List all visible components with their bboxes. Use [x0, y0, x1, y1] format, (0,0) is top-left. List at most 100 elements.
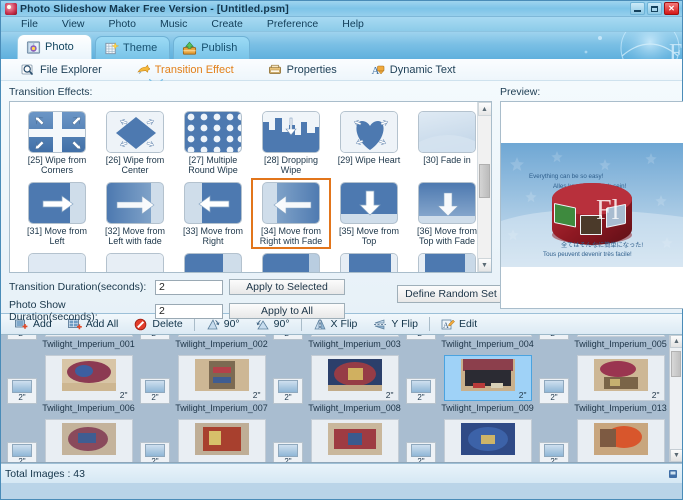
- effect-cell-row3-e[interactable]: [330, 250, 408, 273]
- list-item[interactable]: [307, 419, 402, 463]
- photo-frame[interactable]: 2": [178, 335, 266, 337]
- menu-item-view[interactable]: View: [50, 17, 97, 32]
- filmstrip-scroll-down-icon[interactable]: ▼: [670, 449, 682, 462]
- photo-frame[interactable]: 2": [577, 355, 665, 401]
- transition-chip[interactable]: 2": [402, 369, 440, 413]
- photo-frame[interactable]: 2": [45, 355, 133, 401]
- transition-chip[interactable]: 2": [402, 335, 440, 349]
- effect-cell-29[interactable]: [29] Wipe Heart: [330, 108, 408, 177]
- transition-chip[interactable]: 2": [269, 335, 307, 349]
- effect-cell-31[interactable]: [31] Move from Left: [18, 179, 96, 248]
- effect-cell-33[interactable]: [33] Move from Right: [174, 179, 252, 248]
- preview-box[interactable]: Everything can be so easy! Alles kann so…: [500, 101, 683, 309]
- photo-frame[interactable]: 2": [444, 335, 532, 337]
- scroll-down-icon[interactable]: ▼: [478, 258, 492, 272]
- effect-cell-27[interactable]: [27] Multiple Round Wipe: [174, 108, 252, 177]
- list-item[interactable]: 2" Twilight_Imperium_009: [440, 355, 535, 413]
- photo-duration: 2": [386, 390, 394, 400]
- list-item[interactable]: [41, 419, 136, 463]
- filmstrip-scroll-thumb[interactable]: [671, 351, 681, 377]
- subtab-dynamic-text[interactable]: A Dynamic Text: [367, 63, 470, 77]
- effect-cell-26[interactable]: [26] Wipe from Center: [96, 108, 174, 177]
- close-icon[interactable]: ✕: [664, 2, 679, 15]
- list-item[interactable]: 2" Twilight_Imperium_005: [573, 335, 668, 349]
- effect-cell-row3-b[interactable]: [96, 250, 174, 273]
- list-item[interactable]: 2" Twilight_Imperium_003: [307, 335, 402, 349]
- menu-item-music[interactable]: Music: [148, 17, 199, 32]
- dropping-wipe-icon: [262, 111, 320, 153]
- resize-grip-icon[interactable]: [668, 469, 678, 479]
- transition-chip[interactable]: 2": [535, 369, 573, 413]
- effect-cell-35[interactable]: [35] Move from Top: [330, 179, 408, 248]
- subtab-transition-effect[interactable]: Transition Effect: [132, 63, 248, 77]
- photo-frame[interactable]: 2": [45, 335, 133, 337]
- subtab-properties[interactable]: Properties: [264, 63, 351, 77]
- transition-chip[interactable]: 2": [3, 433, 41, 463]
- effect-cell-28[interactable]: [28] Dropping Wipe: [252, 108, 330, 177]
- photo-frame[interactable]: 2": [577, 335, 665, 337]
- menu-item-help[interactable]: Help: [330, 17, 376, 32]
- effect-cell-row3-f[interactable]: [408, 250, 486, 273]
- photo-frame[interactable]: [178, 419, 266, 463]
- photo-frame[interactable]: [444, 419, 532, 463]
- filmstrip-scrollbar[interactable]: ▲ ▼: [669, 335, 682, 462]
- apply-to-all-button[interactable]: Apply to All: [229, 303, 345, 319]
- tab-photo[interactable]: Photo: [17, 34, 92, 59]
- effect-cell-row3-c[interactable]: [174, 250, 252, 273]
- transition-chip[interactable]: 2": [402, 433, 440, 463]
- menu-item-photo[interactable]: Photo: [97, 17, 148, 32]
- transition-chip[interactable]: 2": [3, 335, 41, 349]
- maximize-button[interactable]: [647, 2, 662, 15]
- photo-frame[interactable]: 2": [178, 355, 266, 401]
- tab-publish[interactable]: Publish: [173, 36, 250, 59]
- effect-cell-30[interactable]: [30] Fade in: [408, 108, 486, 177]
- effect-cell-36[interactable]: [36] Move from Top with Fade: [408, 179, 486, 248]
- menu-item-create[interactable]: Create: [199, 17, 255, 32]
- list-item[interactable]: [174, 419, 269, 463]
- transition-chip[interactable]: 2": [136, 433, 174, 463]
- photo-name: Twilight_Imperium_007: [175, 403, 268, 413]
- transition-chip[interactable]: 2": [136, 335, 174, 349]
- effects-scrollbar[interactable]: ▲ ▼: [477, 102, 491, 272]
- effect-cell-32[interactable]: [32] Move from Left with fade: [96, 179, 174, 248]
- photo-frame[interactable]: [577, 419, 665, 463]
- transition-chip[interactable]: 2": [269, 433, 307, 463]
- list-item[interactable]: 2" Twilight_Imperium_004: [440, 335, 535, 349]
- minimize-button[interactable]: [630, 2, 645, 15]
- photo-frame[interactable]: [311, 419, 399, 463]
- effect-cell-row3-a[interactable]: [18, 250, 96, 273]
- list-item[interactable]: [440, 419, 535, 463]
- transition-duration-input[interactable]: [155, 280, 223, 295]
- photo-filmstrip[interactable]: 2" 2" Twilight_Imperium_001 2": [1, 335, 682, 463]
- list-item[interactable]: 2" Twilight_Imperium_008: [307, 355, 402, 413]
- transition-chip[interactable]: 2": [136, 369, 174, 413]
- move-right-fade-icon: [262, 182, 320, 224]
- filmstrip-scroll-up-icon[interactable]: ▲: [670, 335, 682, 348]
- list-item[interactable]: [573, 419, 668, 463]
- list-item[interactable]: 2" Twilight_Imperium_006: [41, 355, 136, 413]
- effect-cell-34[interactable]: [34] Move from Right with Fade: [252, 179, 330, 248]
- effect-cell-row3-d[interactable]: [252, 250, 330, 273]
- transition-chip[interactable]: 2": [535, 335, 573, 349]
- list-item[interactable]: 2" Twilight_Imperium_013: [573, 355, 668, 413]
- effects-scroll-thumb[interactable]: [479, 164, 490, 198]
- photo-frame[interactable]: 2": [311, 355, 399, 401]
- photo-show-duration-input[interactable]: [155, 304, 223, 319]
- apply-to-selected-button[interactable]: Apply to Selected: [229, 279, 345, 295]
- menu-item-preference[interactable]: Preference: [255, 17, 330, 32]
- subtab-file-explorer[interactable]: File Explorer: [17, 63, 116, 77]
- list-item[interactable]: 2" Twilight_Imperium_002: [174, 335, 269, 349]
- photo-frame[interactable]: [45, 419, 133, 463]
- photo-frame[interactable]: 2": [311, 335, 399, 337]
- list-item[interactable]: 2" Twilight_Imperium_007: [174, 355, 269, 413]
- transition-chip[interactable]: 2": [269, 369, 307, 413]
- effect-cell-25[interactable]: [25] Wipe from Corners: [18, 108, 96, 177]
- photo-frame-selected[interactable]: 2": [444, 355, 532, 401]
- define-random-set-button[interactable]: Define Random Set: [397, 285, 505, 303]
- tab-theme[interactable]: Theme: [95, 36, 170, 59]
- list-item[interactable]: 2" Twilight_Imperium_001: [41, 335, 136, 349]
- menu-item-file[interactable]: File: [9, 17, 50, 32]
- transition-chip[interactable]: 2": [535, 433, 573, 463]
- transition-chip[interactable]: 2": [3, 369, 41, 413]
- scroll-up-icon[interactable]: ▲: [478, 102, 492, 116]
